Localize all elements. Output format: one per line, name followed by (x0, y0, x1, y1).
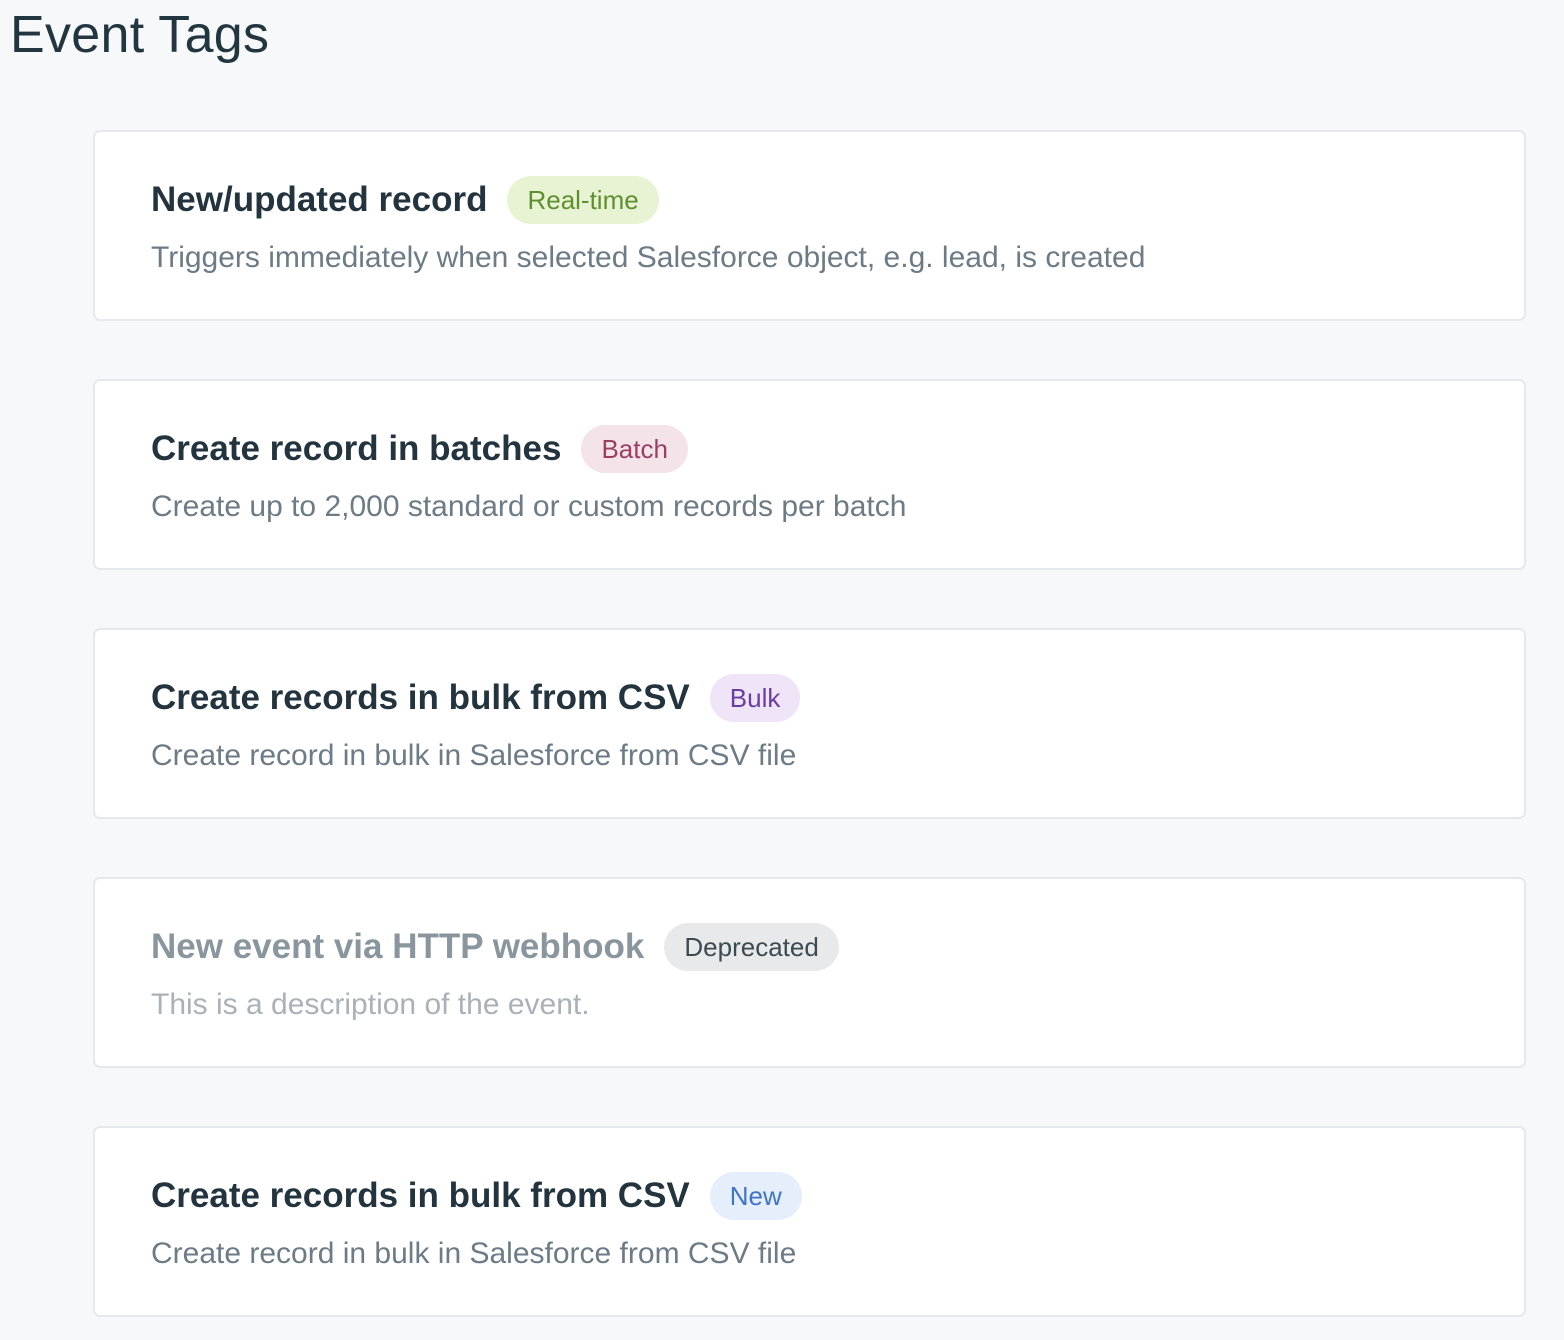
event-card-new-updated-record[interactable]: New/updated record Real-time Triggers im… (93, 130, 1526, 321)
event-card-list: New/updated record Real-time Triggers im… (93, 130, 1526, 1317)
card-title: Create records in bulk from CSV (151, 678, 690, 717)
event-card-create-records-bulk-csv[interactable]: Create records in bulk from CSV Bulk Cre… (93, 628, 1526, 819)
card-title: Create record in batches (151, 429, 562, 468)
card-header: New event via HTTP webhook Deprecated (151, 923, 1524, 971)
card-header: Create records in bulk from CSV New (151, 1172, 1524, 1220)
event-card-http-webhook[interactable]: New event via HTTP webhook Deprecated Th… (93, 877, 1526, 1068)
realtime-badge: Real-time (507, 176, 659, 224)
page-title: Event Tags (10, 6, 270, 64)
card-description: Create record in bulk in Salesforce from… (151, 739, 797, 772)
new-badge: New (709, 1172, 802, 1220)
event-card-create-record-in-batches[interactable]: Create record in batches Batch Create up… (93, 379, 1526, 570)
card-header: Create records in bulk from CSV Bulk (151, 674, 1524, 722)
bulk-badge: Bulk (709, 674, 801, 722)
card-description: Create up to 2,000 standard or custom re… (151, 490, 907, 523)
event-card-create-records-bulk-csv-new[interactable]: Create records in bulk from CSV New Crea… (93, 1126, 1526, 1317)
card-title: Create records in bulk from CSV (151, 1176, 690, 1215)
card-title: New event via HTTP webhook (151, 927, 645, 966)
card-description: This is a description of the event. (151, 988, 590, 1021)
event-tags-page: Event Tags New/updated record Real-time … (0, 0, 1564, 1340)
card-header: New/updated record Real-time (151, 176, 1524, 224)
card-description: Create record in bulk in Salesforce from… (151, 1237, 797, 1270)
deprecated-badge: Deprecated (664, 923, 839, 971)
card-description: Triggers immediately when selected Sales… (151, 241, 1146, 274)
batch-badge: Batch (581, 425, 688, 473)
card-header: Create record in batches Batch (151, 425, 1524, 473)
card-title: New/updated record (151, 180, 488, 219)
